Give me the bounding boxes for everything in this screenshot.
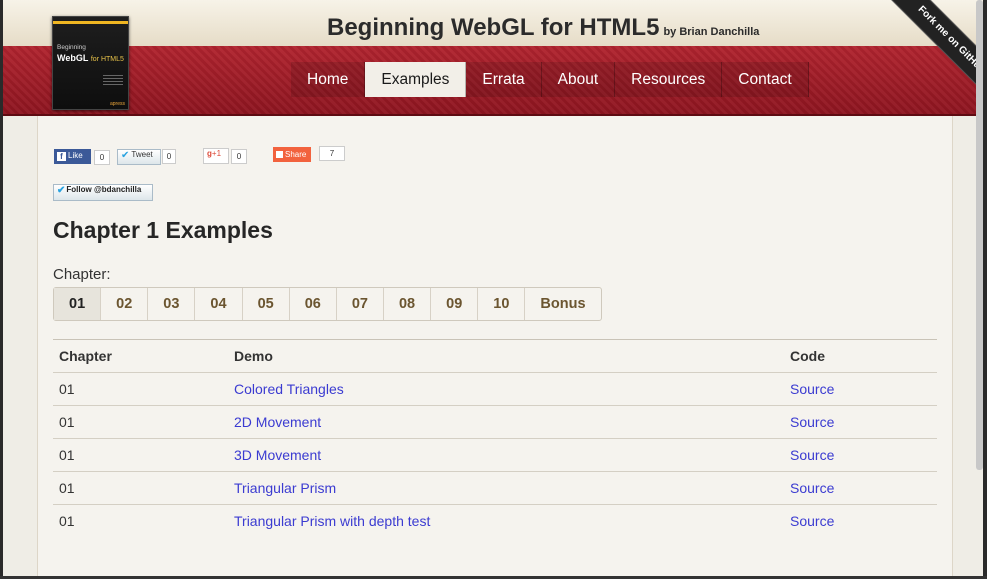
row-demo-cell: Triangular Prism with depth test [228,504,784,537]
google-plus-label: +1 [211,149,222,158]
nav-contact[interactable]: Contact [722,62,809,97]
chapter-selector: 01 02 03 04 05 06 07 08 09 10 Bonus [53,287,602,321]
row-chapter: 01 [53,504,228,537]
chapter-button-10[interactable]: 10 [478,288,526,320]
row-code-cell: Source [784,372,937,406]
chapter-button-03[interactable]: 03 [148,288,196,320]
google-plus-button[interactable]: g+1 [203,148,229,164]
table-row: 01 Colored Triangles Source [53,372,937,406]
nav-home[interactable]: Home [291,62,366,97]
row-code-cell: Source [784,405,937,439]
demo-link[interactable]: Colored Triangles [234,381,344,397]
chapter-button-07[interactable]: 07 [337,288,384,320]
column-header-demo: Demo [228,339,784,373]
row-demo-cell: Colored Triangles [228,372,784,406]
tweet-button[interactable]: ✔ Tweet [117,149,161,165]
demo-link[interactable]: 3D Movement [234,447,321,463]
source-link[interactable]: Source [790,480,834,496]
twitter-bird-icon: ✔ [121,150,130,161]
facebook-like-button[interactable]: f Like [54,149,91,164]
page-title: Chapter 1 Examples [53,217,273,243]
row-code-cell: Source [784,504,937,537]
source-link[interactable]: Source [790,513,834,529]
google-plus-count: 0 [231,149,247,164]
publisher-logo: apress [109,101,125,107]
book-cover-image[interactable]: Beginning WebGL for HTML5 apress [52,16,129,110]
examples-table: Chapter Demo Code 01 Colored Triangles S… [53,339,937,537]
facebook-like-label: Like [68,151,83,160]
facebook-icon: f [57,152,66,161]
chapter-button-06[interactable]: 06 [290,288,337,320]
row-demo-cell: 3D Movement [228,438,784,472]
main-nav: Home Examples Errata About Resources Con… [291,62,809,97]
share-label: Share [285,150,307,159]
nav-errata[interactable]: Errata [466,62,542,97]
twitter-follow-button[interactable]: ✔Follow @bdanchilla [53,184,153,201]
site-title: Beginning WebGL for HTML5 by Brian Danchi… [327,14,759,42]
github-ribbon-label[interactable]: Fork me on GitHub [884,0,983,107]
share-button[interactable]: Share [273,147,311,162]
table-row: 01 3D Movement Source [53,438,937,472]
row-demo-cell: Triangular Prism [228,471,784,505]
row-chapter: 01 [53,372,228,406]
share-icon [276,151,283,158]
demo-link[interactable]: Triangular Prism [234,480,336,496]
github-ribbon[interactable]: Fork me on GitHub [881,0,983,110]
chapter-button-02[interactable]: 02 [101,288,149,320]
cover-text-block [103,75,123,85]
site-byline: by Brian Danchilla [663,26,760,38]
site-title-text: Beginning WebGL for HTML5 [327,14,660,41]
row-chapter: 01 [53,438,228,472]
table-row: 01 Triangular Prism with depth test Sour… [53,504,937,537]
table-row: 01 2D Movement Source [53,405,937,439]
chapter-label: Chapter: [53,266,111,283]
table-row: 01 Triangular Prism Source [53,471,937,505]
nav-about[interactable]: About [542,62,616,97]
nav-examples[interactable]: Examples [365,62,467,97]
cover-text-webgl-word: WebGL [57,53,89,63]
twitter-bird-icon: ✔ [57,185,66,196]
chapter-button-08[interactable]: 08 [384,288,432,320]
chapter-button-09[interactable]: 09 [431,288,479,320]
source-link[interactable]: Source [790,414,834,430]
share-count: 7 [319,146,345,161]
tweet-label: Tweet [131,150,153,159]
row-code-cell: Source [784,438,937,472]
cover-text-webgl: WebGL for HTML5 [57,53,124,63]
row-chapter: 01 [53,471,228,505]
nav-resources[interactable]: Resources [615,62,723,97]
vertical-scrollbar[interactable] [976,0,983,470]
cover-text-beginning: Beginning [57,44,86,51]
column-header-code: Code [784,339,937,373]
table-header-row: Chapter Demo Code [53,339,937,373]
cover-text-html5: for HTML5 [90,56,124,63]
chapter-button-bonus[interactable]: Bonus [525,288,600,320]
column-header-chapter: Chapter [53,339,228,373]
chapter-button-01[interactable]: 01 [54,288,102,320]
facebook-like-count: 0 [94,150,110,165]
source-link[interactable]: Source [790,381,834,397]
tweet-count: 0 [162,149,176,164]
chapter-button-04[interactable]: 04 [195,288,243,320]
browser-page: Beginning WebGL for HTML5 apress Beginni… [3,0,983,579]
row-code-cell: Source [784,471,937,505]
follow-label: Follow @bdanchilla [66,185,142,194]
row-demo-cell: 2D Movement [228,405,784,439]
demo-link[interactable]: 2D Movement [234,414,321,430]
demo-link[interactable]: Triangular Prism with depth test [234,513,430,529]
source-link[interactable]: Source [790,447,834,463]
row-chapter: 01 [53,405,228,439]
main-content: f Like 0 ✔ Tweet 0 g+1 0 Share 7 ✔Follow @… [37,116,953,579]
chapter-button-05[interactable]: 05 [243,288,290,320]
cover-accent-bar [53,21,128,24]
